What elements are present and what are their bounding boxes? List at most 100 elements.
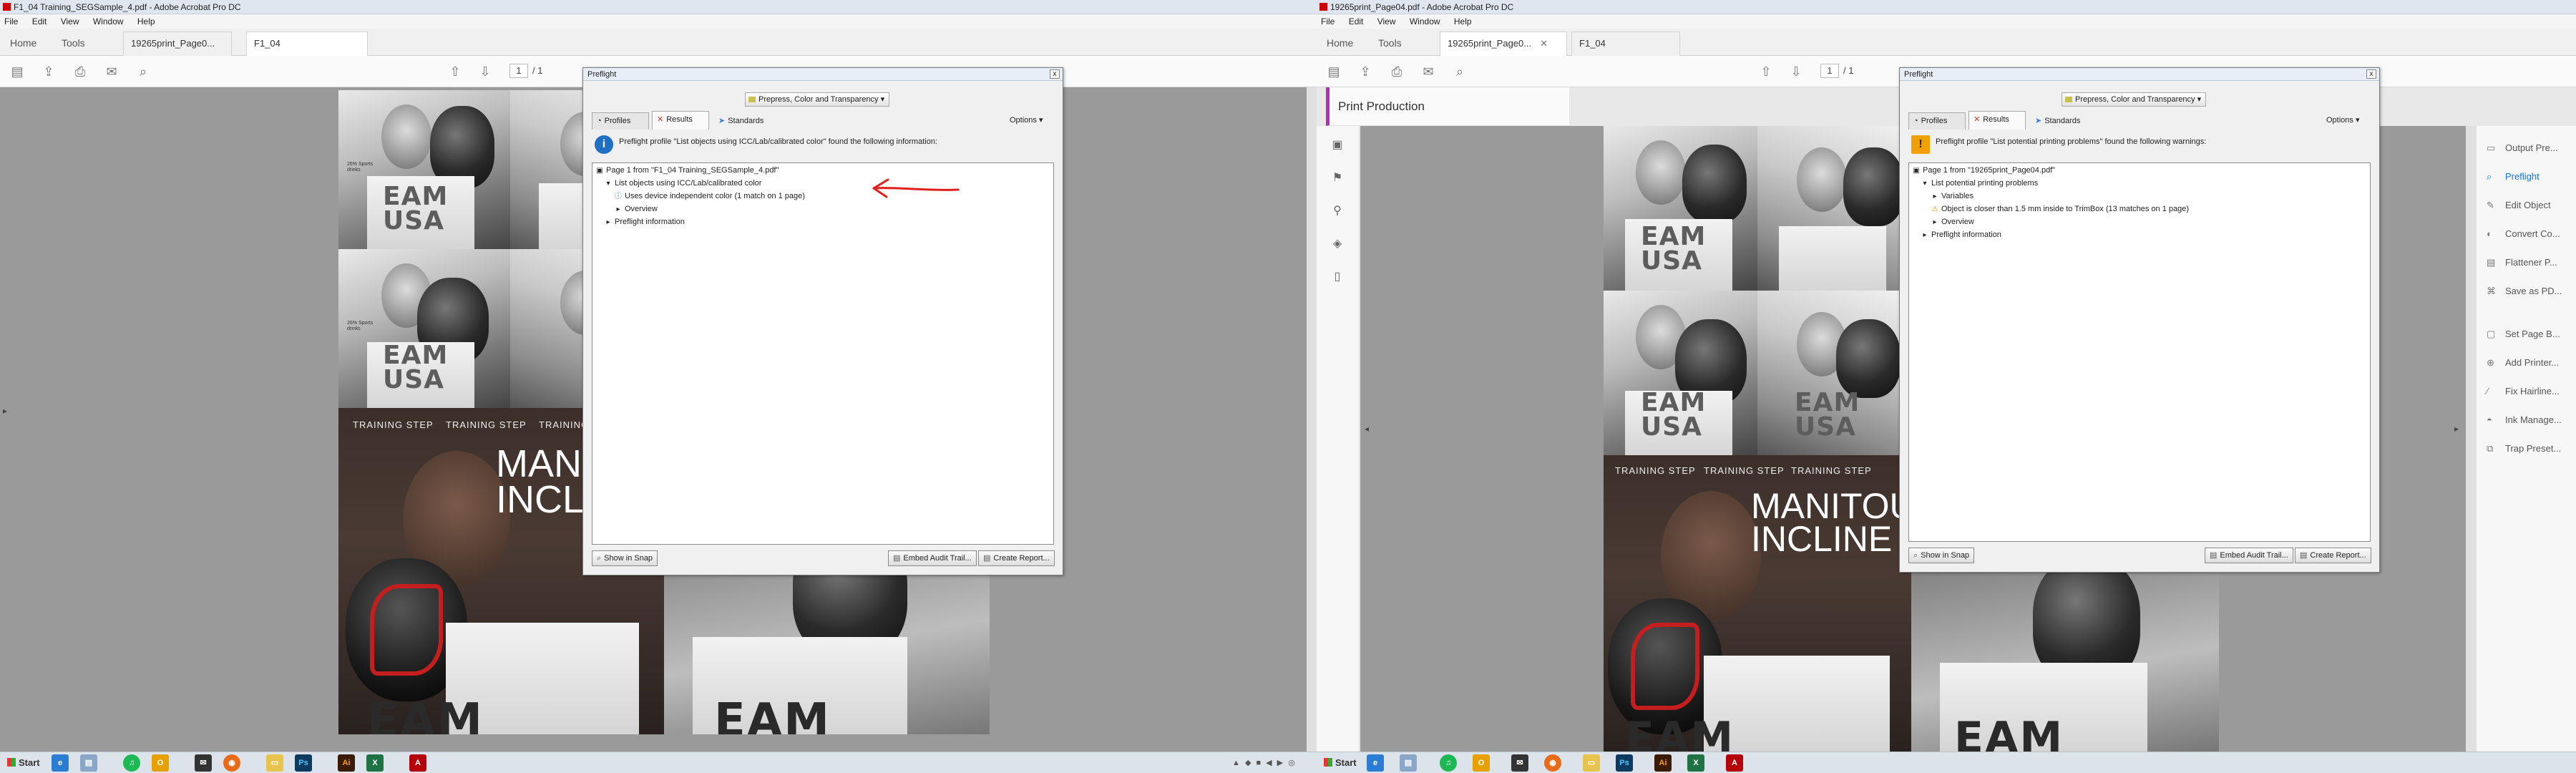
vertical-scrollbar[interactable] bbox=[2466, 126, 2476, 752]
page-up-icon[interactable]: ⇧ bbox=[447, 63, 464, 80]
outlook-icon[interactable]: O bbox=[152, 754, 169, 772]
print-icon[interactable]: ⎙ bbox=[72, 63, 89, 80]
menu-file[interactable]: File bbox=[4, 16, 18, 26]
attachment-icon[interactable]: ⚲ bbox=[1330, 203, 1345, 219]
ie-icon[interactable]: e bbox=[52, 754, 69, 772]
tool-preflight[interactable]: ⌕ Preflight bbox=[2487, 169, 2540, 185]
tree-row[interactable]: ▸ Overview bbox=[614, 203, 657, 215]
tool-fix-hairlines[interactable]: ∕ Fix Hairline... bbox=[2487, 384, 2560, 399]
spotify-icon[interactable]: ♫ bbox=[1440, 754, 1457, 772]
tab-document-1[interactable]: 19265print_Page0... ✕ bbox=[1440, 31, 1567, 56]
menu-file[interactable]: File bbox=[1321, 16, 1335, 26]
left-panel-toggle-icon[interactable]: ◂ bbox=[1365, 424, 1369, 434]
tab-profiles[interactable]: ◔ Profiles bbox=[1908, 112, 1966, 130]
menu-window[interactable]: Window bbox=[93, 16, 124, 26]
results-tree[interactable]: ▣ Page 1 from "F1_04 Training_SEGSample_4… bbox=[592, 162, 1054, 545]
tab-document-2[interactable]: F1_04 Training_SEG... bbox=[1571, 31, 1680, 72]
tree-row[interactable]: ⚠ Object is closer than 1.5 mm inside to … bbox=[1931, 203, 2190, 215]
excel-icon[interactable]: X bbox=[1687, 754, 1704, 772]
acrobat-taskbar-icon[interactable]: A bbox=[1726, 754, 1743, 772]
photoshop-icon[interactable]: Ps bbox=[295, 754, 312, 772]
document-icon[interactable]: ▯ bbox=[1330, 269, 1345, 285]
menu-view[interactable]: View bbox=[61, 16, 79, 26]
tab-document-2[interactable]: F1_04 Training_SEG...✕ bbox=[246, 31, 368, 72]
tree-row[interactable]: ▸ Preflight information bbox=[1921, 229, 2001, 240]
ie-icon[interactable]: e bbox=[1367, 754, 1384, 772]
tree-row[interactable]: ▣ Page 1 from "19265print_Page04.pdf" bbox=[1912, 165, 2055, 176]
tool-ink-manager[interactable]: ◓ Ink Manage... bbox=[2487, 412, 2562, 428]
mail-icon[interactable]: ✉ bbox=[1420, 63, 1437, 80]
excel-icon[interactable]: X bbox=[366, 754, 384, 772]
left-panel-toggle-icon[interactable]: ▸ bbox=[3, 406, 7, 416]
folder-icon[interactable]: ▭ bbox=[266, 754, 283, 772]
start-button-2[interactable]: Start bbox=[1319, 755, 1361, 771]
layers-icon[interactable]: ◈ bbox=[1330, 236, 1345, 252]
show-in-snap-button[interactable]: ⌕ Show in Snap bbox=[1908, 548, 1975, 563]
tool-save-as-pdfx[interactable]: ⌘ Save as PD... bbox=[2487, 283, 2562, 299]
illustrator-icon[interactable]: Ai bbox=[338, 754, 355, 772]
tree-row[interactable]: ▣ Page 1 from "F1_04 Training_SEGSample_4… bbox=[595, 165, 779, 176]
tab-document-1[interactable]: 19265print_Page0... bbox=[123, 31, 232, 56]
document-viewer[interactable]: ▸ EAM USA 26% Sports drinks EAM USA 26% … bbox=[0, 67, 1317, 752]
tree-row[interactable]: ▾ List potential printing problems bbox=[1921, 178, 2038, 189]
right-panel-toggle-icon[interactable]: ▸ bbox=[2454, 424, 2459, 434]
tree-row[interactable]: ▸ Overview bbox=[1931, 216, 1974, 228]
tab-results[interactable]: ✕ Results bbox=[1968, 111, 2026, 130]
close-dialog-button[interactable]: x bbox=[1050, 69, 1060, 79]
results-tree[interactable]: ▣ Page 1 from "19265print_Page04.pdf" ▾ Li… bbox=[1908, 162, 2371, 542]
upload-icon[interactable]: ⇪ bbox=[1357, 63, 1374, 80]
create-pdf-icon[interactable]: ▤ bbox=[1325, 63, 1342, 80]
zoom-icon[interactable]: ⌕ bbox=[1451, 63, 1468, 80]
create-pdf-icon[interactable]: ▤ bbox=[9, 63, 26, 80]
explorer-icon[interactable]: ✉ bbox=[1511, 754, 1528, 772]
files-icon[interactable]: ▤ bbox=[1400, 754, 1417, 772]
embed-audit-trail-button[interactable]: ▤ Embed Audit Trail... bbox=[2205, 548, 2293, 563]
system-tray[interactable]: ▲ ◆ ■ ◀ ▶ ◎ bbox=[1232, 758, 1297, 767]
folder-icon[interactable]: ▭ bbox=[1583, 754, 1600, 772]
tree-row[interactable]: ▾ List objects using ICC/Lab/calibrated c… bbox=[604, 178, 761, 189]
print-icon[interactable]: ⎙ bbox=[1388, 63, 1405, 80]
show-in-snap-button[interactable]: ⌕ Show in Snap bbox=[592, 550, 658, 566]
upload-icon[interactable]: ⇪ bbox=[40, 63, 57, 80]
tab-home[interactable]: Home bbox=[1327, 34, 1353, 52]
illustrator-icon[interactable]: Ai bbox=[1654, 754, 1672, 772]
embed-audit-trail-button[interactable]: ▤ Embed Audit Trail... bbox=[888, 550, 977, 566]
tool-output-preview[interactable]: ▭ Output Pre... bbox=[2487, 140, 2558, 156]
tab-standards[interactable]: ➤ Standards bbox=[713, 112, 776, 130]
create-report-button[interactable]: ▤ Create Report... bbox=[978, 550, 1055, 566]
tool-flattener-preview[interactable]: ▤ Flattener P... bbox=[2487, 255, 2557, 271]
page-number-input[interactable]: 1 bbox=[509, 64, 528, 78]
tool-set-page-boxes[interactable]: ▢ Set Page B... bbox=[2487, 326, 2560, 342]
tool-convert-colors[interactable]: ◐ Convert Co... bbox=[2487, 226, 2560, 242]
options-menu[interactable]: Options ▾ bbox=[1010, 115, 1043, 125]
start-button[interactable]: Start bbox=[3, 755, 44, 771]
tab-tools[interactable]: Tools bbox=[1378, 34, 1402, 52]
vertical-scrollbar[interactable] bbox=[1307, 87, 1317, 752]
profile-dropdown[interactable]: Prepress, Color and Transparency ▾ bbox=[745, 92, 890, 107]
zoom-icon[interactable]: ⌕ bbox=[135, 63, 152, 80]
acrobat-taskbar-icon[interactable]: A bbox=[409, 754, 426, 772]
tool-edit-object[interactable]: ✎ Edit Object bbox=[2487, 198, 2551, 213]
close-dialog-button[interactable]: x bbox=[2366, 69, 2376, 79]
tree-row[interactable]: ▸ Preflight information bbox=[604, 216, 684, 228]
tab-tools[interactable]: Tools bbox=[62, 34, 85, 52]
firefox-icon[interactable]: ◉ bbox=[1544, 754, 1561, 772]
tool-add-printer-marks[interactable]: ⊕ Add Printer... bbox=[2487, 355, 2559, 371]
spotify-icon[interactable]: ♫ bbox=[123, 754, 140, 772]
create-report-button[interactable]: ▤ Create Report... bbox=[2295, 548, 2371, 563]
tool-trap-presets[interactable]: ⧉ Trap Preset... bbox=[2487, 441, 2561, 457]
firefox-icon[interactable]: ◉ bbox=[223, 754, 240, 772]
photoshop-icon[interactable]: Ps bbox=[1616, 754, 1633, 772]
menu-help[interactable]: Help bbox=[137, 16, 155, 26]
tree-row[interactable]: ▸ Variables bbox=[1931, 190, 1974, 202]
explorer-icon[interactable]: ✉ bbox=[195, 754, 212, 772]
page-up-icon[interactable]: ⇧ bbox=[1757, 63, 1775, 80]
menu-help[interactable]: Help bbox=[1454, 16, 1472, 26]
menu-view[interactable]: View bbox=[1377, 16, 1396, 26]
tab-profiles[interactable]: ◔ Profiles bbox=[592, 112, 649, 130]
pages-icon[interactable]: ▣ bbox=[1330, 137, 1345, 153]
mail-icon[interactable]: ✉ bbox=[103, 63, 120, 80]
files-icon[interactable]: ▤ bbox=[80, 754, 97, 772]
bookmark-icon[interactable]: ⚑ bbox=[1330, 170, 1345, 186]
options-menu[interactable]: Options ▾ bbox=[2326, 115, 2360, 125]
